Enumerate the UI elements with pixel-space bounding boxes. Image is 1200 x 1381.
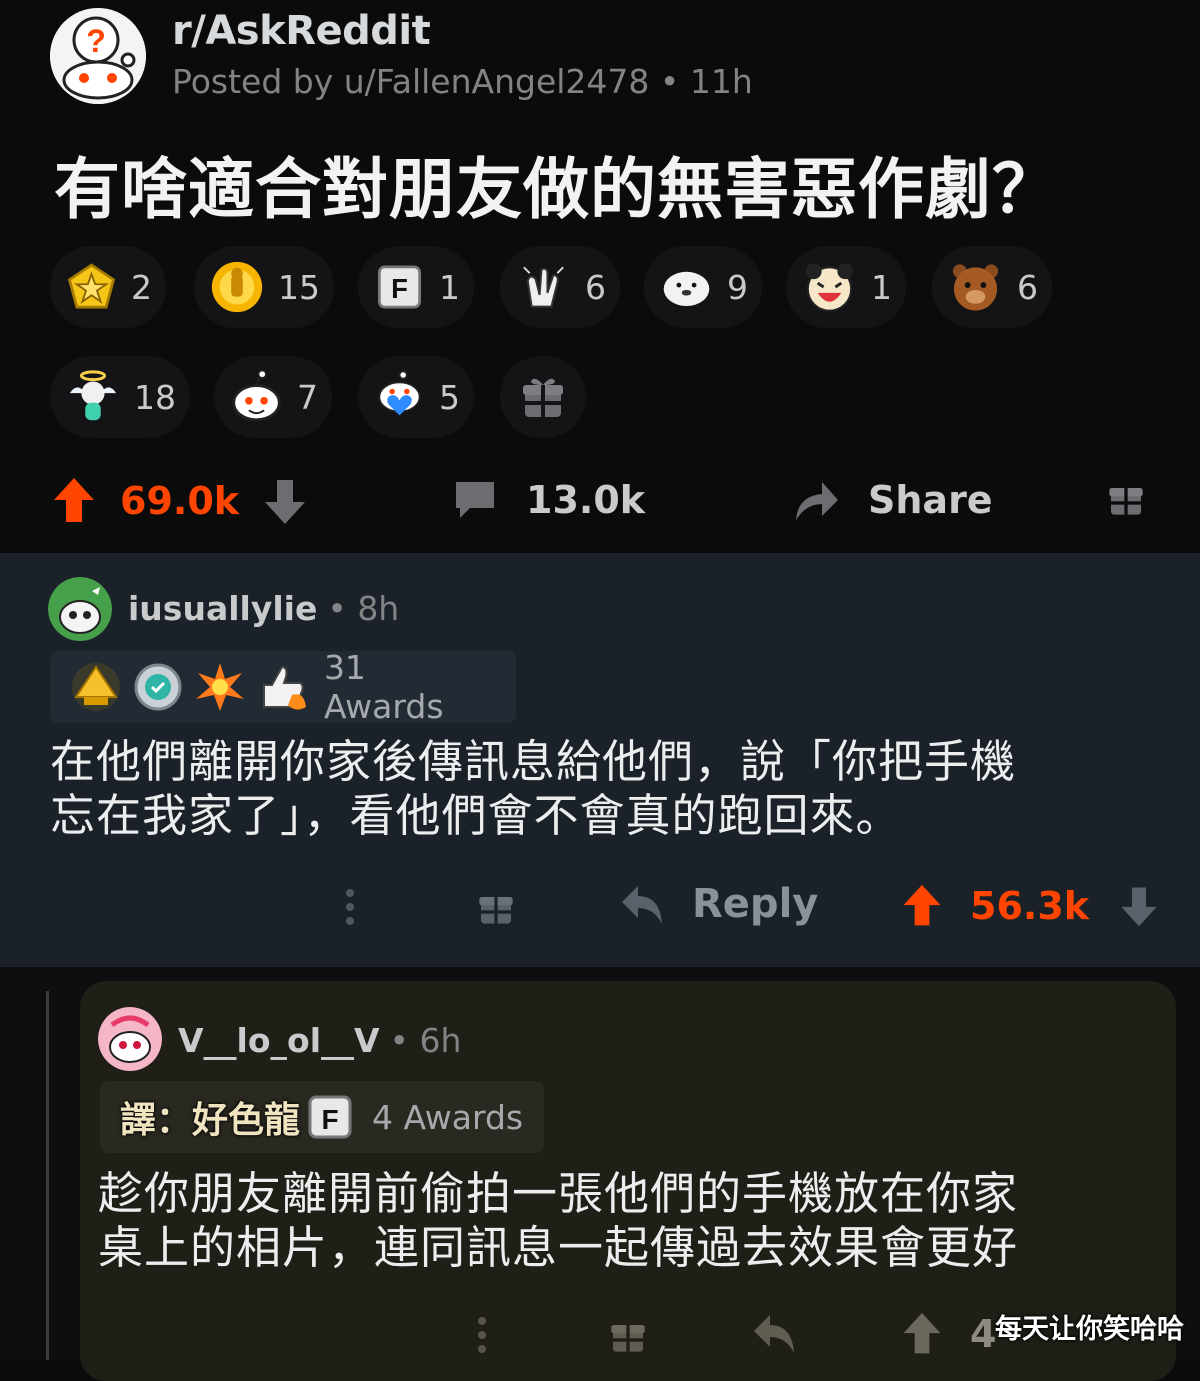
vote-group: 56.3k [900, 883, 1159, 929]
reply-thread: V__lo_ol__V • 6h 譯：好色龍 F 4 Awards 趁你朋友離開… [0, 967, 1200, 1381]
share-button[interactable]: Share [792, 476, 993, 524]
award-pill[interactable]: 15 [194, 246, 334, 328]
watermark: 每天让你笑哈哈 [995, 1314, 1184, 1345]
avatar[interactable] [98, 1007, 162, 1071]
svg-text:F: F [321, 1104, 338, 1135]
subreddit-avatar-icon[interactable]: ? [50, 8, 146, 104]
share-arrow-icon [796, 482, 838, 520]
more-options-button[interactable] [472, 1313, 492, 1361]
comment-username[interactable]: V__lo_ol__V [178, 1021, 380, 1060]
comment-body: 趁你朋友離開前偷拍一張他們的手機放在你家 桌上的相片，連同訊息一起傳過去效果會更… [98, 1167, 1168, 1275]
award-pill[interactable]: 2 [50, 246, 166, 328]
gold-pyramid-award-icon [71, 663, 120, 711]
laughing-face-award-icon [805, 263, 854, 312]
give-award-button[interactable] [476, 887, 516, 931]
thumbs-up-award-icon [262, 666, 306, 710]
give-award-button[interactable] [608, 1315, 648, 1359]
gift-icon [1109, 488, 1143, 515]
reply-button[interactable] [752, 1311, 798, 1359]
upvote-group: 69.0k [52, 476, 307, 526]
svg-text:?: ? [86, 23, 106, 59]
star-award-icon [67, 263, 116, 309]
more-vertical-icon [346, 889, 354, 925]
svg-text:F: F [391, 273, 408, 304]
comment-text-line: 趁你朋友離開前偷拍一張他們的手機放在你家 [98, 1167, 1019, 1220]
downvote-arrow-icon[interactable] [263, 476, 307, 526]
post-title[interactable]: 有啥適合對朋友做的無害惡作劇？ [54, 136, 1059, 232]
comment-header: V__lo_ol__V • 6h [178, 1021, 461, 1060]
press-f-award-icon: F [308, 1095, 352, 1139]
reply-label: Reply [692, 881, 819, 927]
vote-group: 4 [900, 1311, 996, 1357]
silver-badge-award-icon [134, 663, 182, 711]
comment-time: • 8h [327, 589, 400, 628]
gift-icon [523, 378, 563, 417]
awards-strip[interactable]: 31 Awards [50, 648, 516, 726]
reply-arrow-icon [622, 886, 662, 924]
heart-snoo-award-icon [378, 370, 421, 416]
comment-card: iusuallylie • 8h 31 Awards 在他們離開你家後傳訊息給他… [0, 553, 1200, 967]
award-pill[interactable]: 1 [786, 246, 906, 328]
upvote-arrow-icon[interactable] [52, 476, 96, 526]
share-label: Share [868, 478, 993, 522]
award-pill[interactable]: F 1 [358, 246, 474, 328]
award-pill[interactable]: 5 [358, 356, 474, 438]
reply-button[interactable]: Reply [620, 881, 818, 927]
gift-icon [611, 1325, 645, 1352]
downvote-arrow-icon[interactable] [1119, 884, 1159, 928]
more-vertical-icon [478, 1317, 486, 1353]
post-meta[interactable]: Posted by u/FallenAngel2478 • 11h [172, 62, 753, 101]
clapping-hands-award-icon [523, 266, 564, 308]
comment-text-line: 在他們離開你家後傳訊息給他們，說「你把手機 [50, 735, 1017, 788]
comment-time: • 6h [389, 1021, 462, 1060]
thread-line[interactable] [46, 991, 49, 1360]
awards-count-label: 31 Awards [323, 648, 444, 726]
burst-award-icon [195, 663, 244, 711]
comment-upvote-count: 4 [970, 1312, 997, 1356]
comment-upvote-count: 56.3k [970, 884, 1090, 928]
more-options-button[interactable] [340, 885, 360, 933]
add-award-button[interactable] [500, 356, 586, 438]
comment-body: 在他們離開你家後傳訊息給他們，說「你把手機 忘在我家了」，看他們會不會真的跑回來… [50, 735, 1160, 843]
seal-award-icon [663, 271, 710, 306]
translator-note: 譯：好色龍 [120, 1100, 301, 1141]
award-pill[interactable]: 6 [932, 246, 1052, 328]
award-pill[interactable]: 6 [500, 246, 620, 328]
award-pill[interactable]: 9 [644, 246, 762, 328]
award-pill[interactable]: 18 [50, 356, 190, 438]
comment-text-line: 桌上的相片，連同訊息一起傳過去效果會更好 [98, 1221, 1019, 1274]
comment-username[interactable]: iusuallylie [128, 589, 317, 628]
give-award-button[interactable] [1106, 478, 1146, 518]
awards-strip[interactable]: 譯：好色龍 F 4 Awards [100, 1081, 544, 1153]
avatar[interactable] [48, 577, 112, 641]
award-pill[interactable]: 7 [214, 356, 332, 438]
comments-button[interactable]: 13.0k [452, 478, 645, 522]
comment-count: 13.0k [526, 478, 646, 522]
gold-trophy-award-icon [211, 261, 263, 313]
snoo-award-icon [232, 369, 281, 422]
subreddit-name[interactable]: r/AskReddit [172, 8, 431, 54]
reply-arrow-icon [754, 1315, 794, 1353]
upvote-arrow-icon[interactable] [900, 1311, 944, 1357]
post-action-bar: 69.0k 13.0k Share [0, 470, 1200, 534]
comment-header: iusuallylie • 8h [128, 589, 399, 628]
bear-award-icon [952, 264, 999, 311]
press-f-award-icon: F [377, 265, 422, 309]
angel-award-icon [69, 370, 117, 421]
post-card: ? r/AskReddit Posted by u/FallenAngel247… [0, 0, 1200, 553]
comment-bubble-icon [456, 482, 494, 518]
upvote-arrow-icon[interactable] [900, 883, 944, 929]
awards-count-label: 4 Awards [372, 1097, 524, 1137]
gift-icon [479, 897, 513, 924]
comment-text-line: 忘在我家了」，看他們會不會真的跑回來。 [50, 789, 902, 842]
post-upvote-count: 69.0k [120, 479, 240, 523]
